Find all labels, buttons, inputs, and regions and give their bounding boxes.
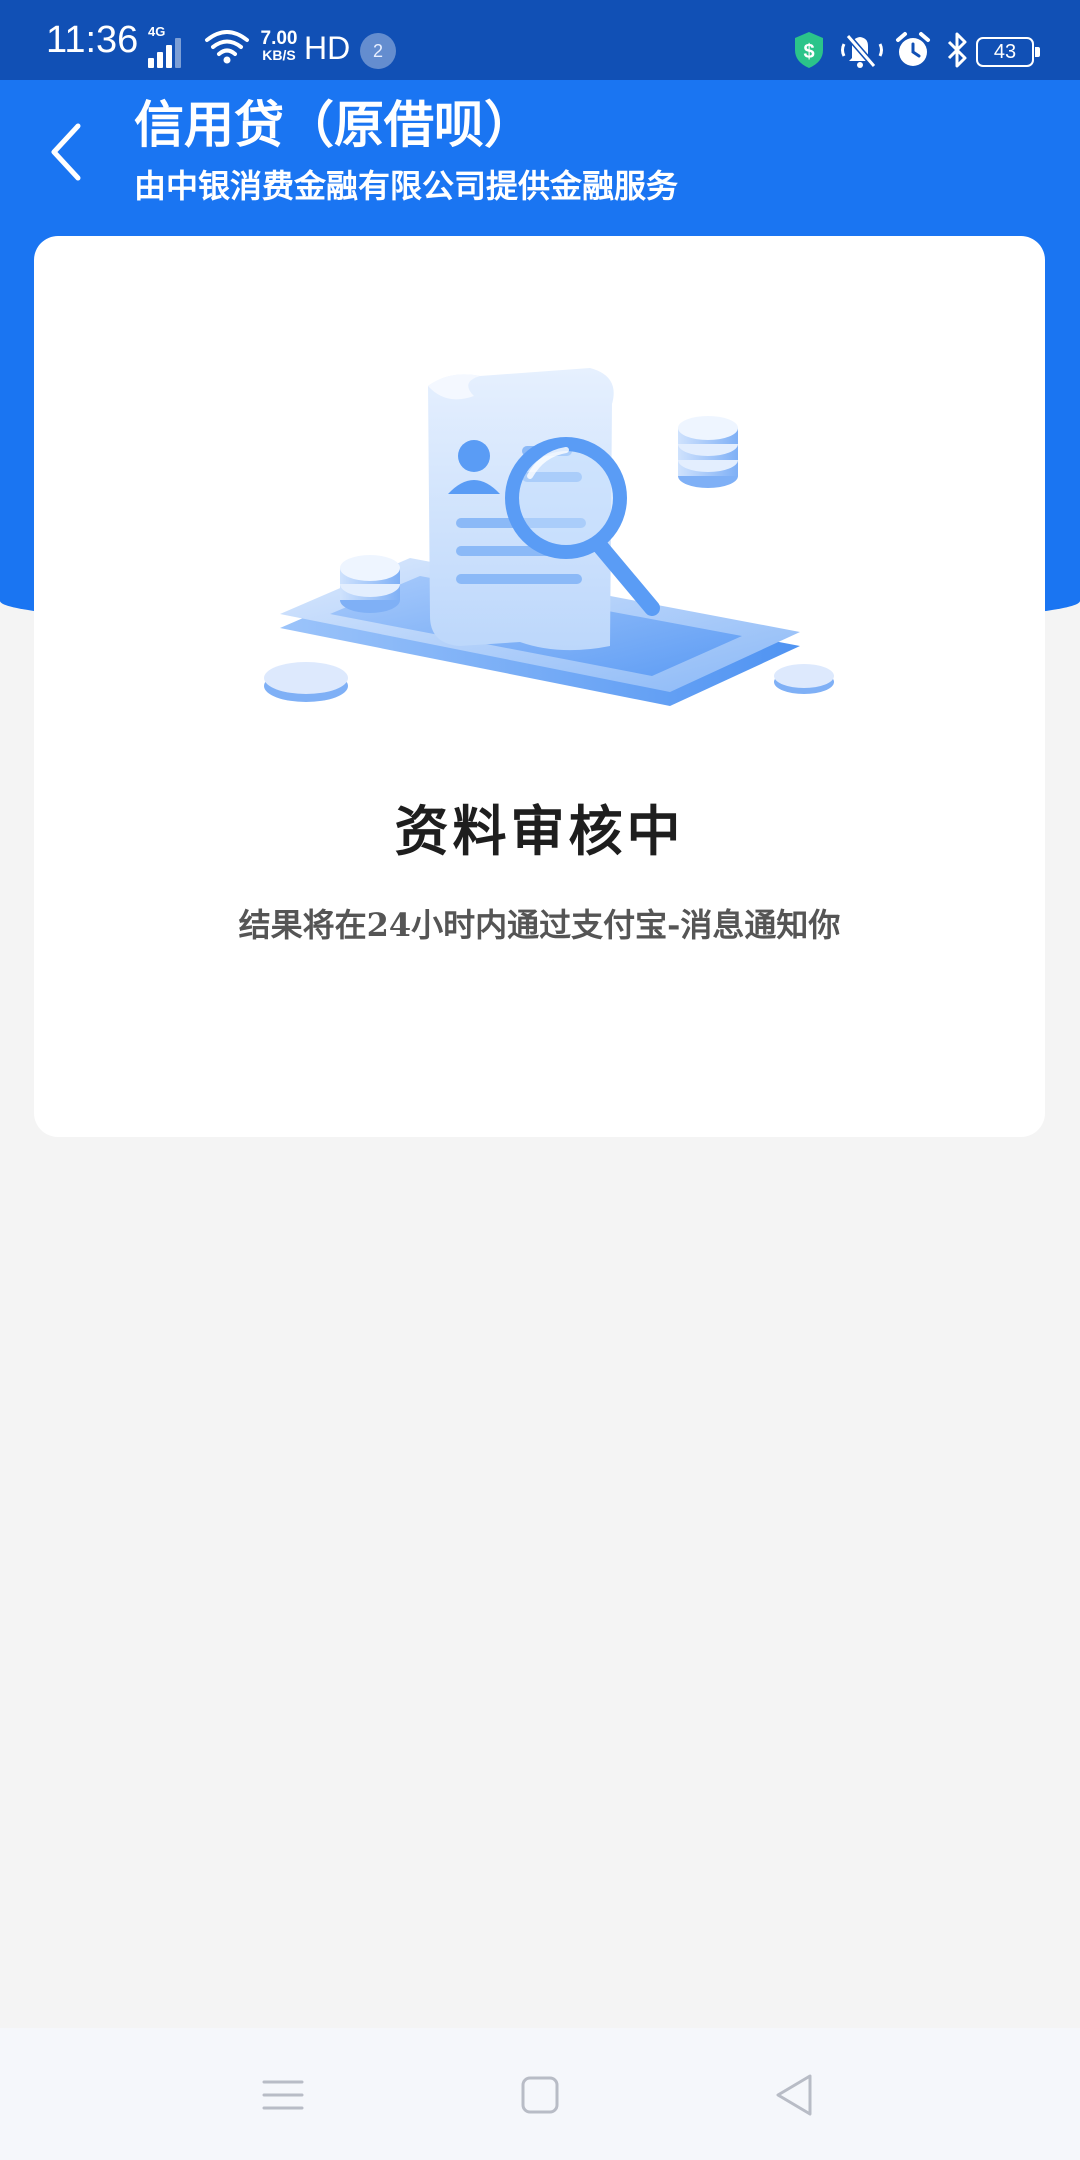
- shield-dollar-icon: $: [795, 32, 823, 68]
- hd-indicator: HD: [304, 30, 351, 66]
- battery-icon: 43: [976, 37, 1040, 67]
- system-nav-bar: [0, 2028, 1080, 2160]
- network-type: 4G: [148, 24, 166, 39]
- chevron-left-icon: [51, 123, 81, 181]
- back-triangle-icon[interactable]: [770, 2070, 820, 2120]
- net-speed-value: 7.00: [260, 28, 298, 49]
- status-title: 资料审核中: [394, 799, 685, 863]
- status-description: 结果将在24小时内通过支付宝-消息通知你: [238, 906, 841, 944]
- page-title: 信用贷（原借呗）: [134, 95, 534, 154]
- status-time: 11:36: [46, 19, 139, 61]
- menu-icon[interactable]: [258, 2070, 308, 2120]
- bluetooth-icon: [947, 32, 967, 68]
- home-icon[interactable]: [515, 2070, 565, 2120]
- signal-icon: 4G: [148, 24, 192, 68]
- svg-text:$: $: [803, 41, 814, 63]
- mute-icon: [841, 34, 883, 68]
- back-button[interactable]: [40, 116, 96, 188]
- page-subtitle: 由中银消费金融有限公司提供金融服务: [134, 167, 679, 205]
- review-status-card: 资料审核中 结果将在24小时内通过支付宝-消息通知你: [34, 236, 1045, 1137]
- notification-count-badge: 2: [360, 33, 396, 69]
- status-bar: 11:36 4G 7.00 KB/S HD 2 $ 43: [0, 0, 1080, 80]
- alarm-icon: [896, 32, 930, 66]
- document-review-illustration: [264, 368, 834, 706]
- network-speed: 7.00 KB/S: [256, 28, 302, 64]
- net-speed-unit: KB/S: [262, 47, 296, 63]
- wifi-icon: [205, 30, 249, 64]
